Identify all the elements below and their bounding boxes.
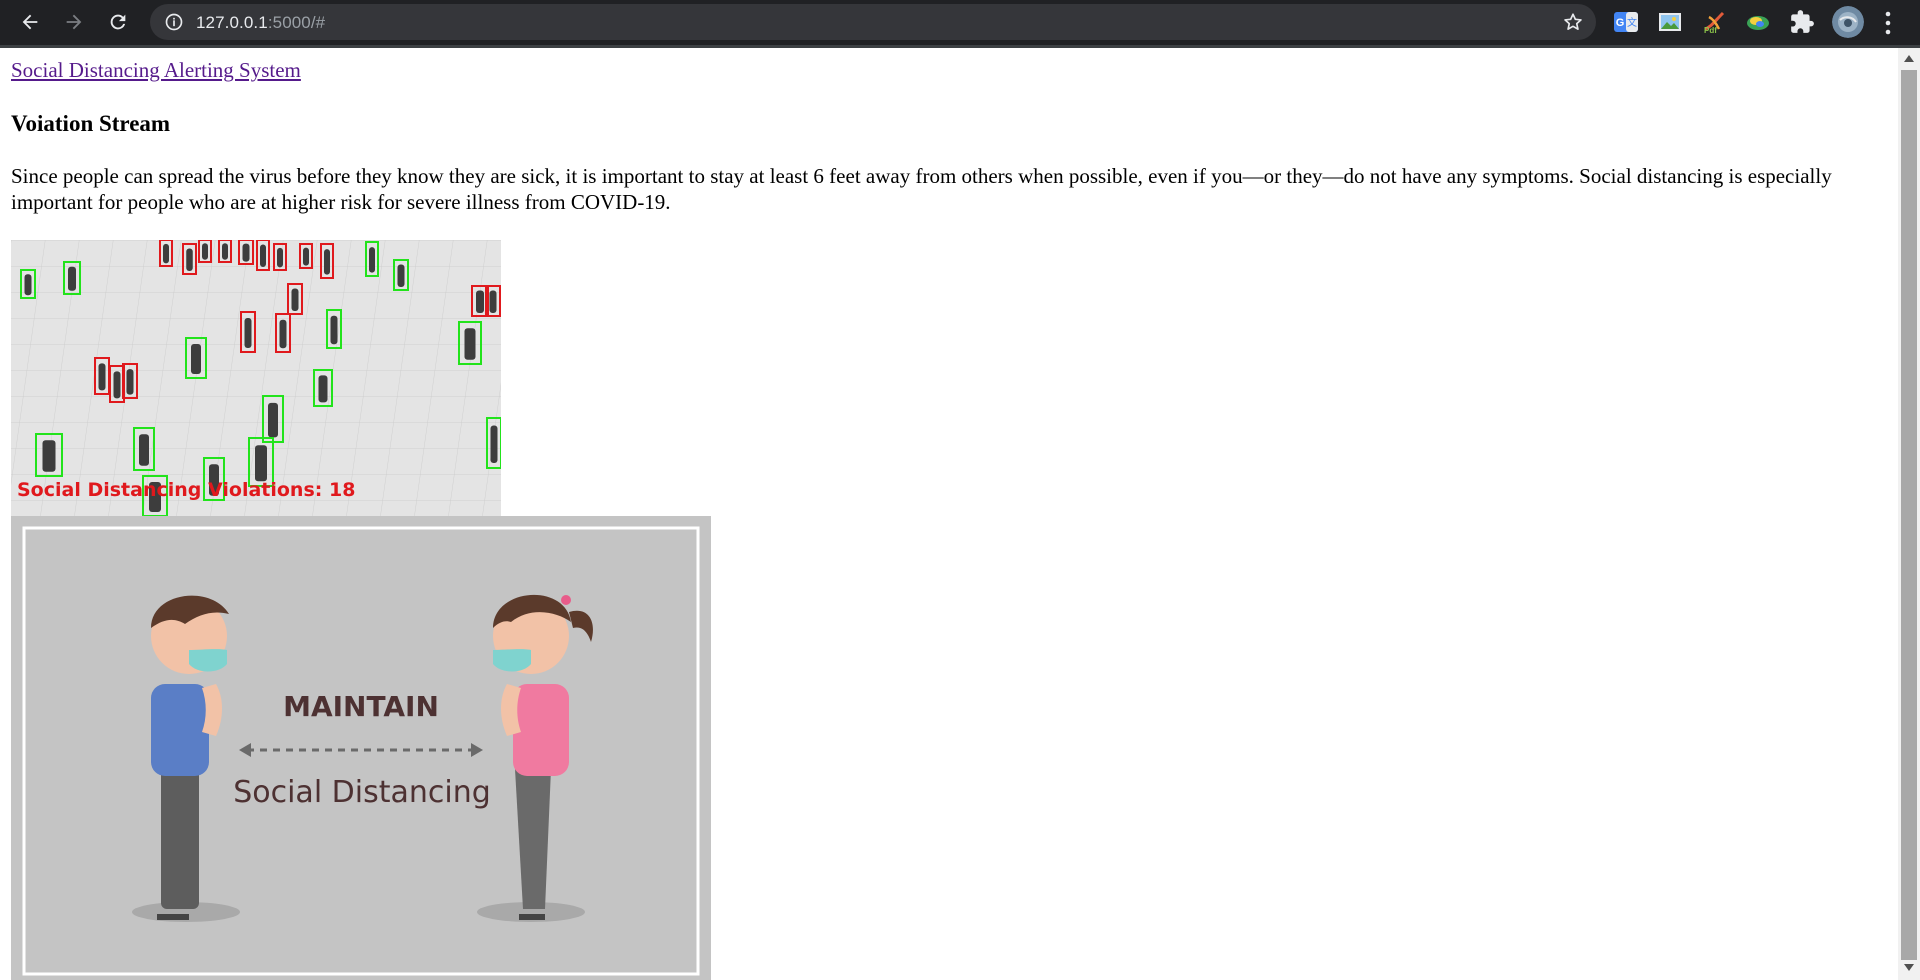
person-silhouette — [202, 243, 208, 260]
person-silhouette — [268, 402, 278, 438]
description-paragraph: Since people can spread the virus before… — [11, 164, 1832, 214]
person-silhouette — [222, 243, 228, 260]
extensions-puzzle-icon[interactable] — [1789, 9, 1815, 35]
pdf-extension-icon[interactable]: Pdf — [1701, 9, 1727, 35]
url-path: :5000/# — [267, 13, 326, 32]
person-silhouette — [330, 315, 338, 345]
address-bar[interactable]: 127.0.0.1:5000/# — [150, 4, 1596, 40]
person-silhouette — [303, 247, 309, 266]
person-silhouette — [464, 328, 476, 360]
arrow-left-icon — [22, 14, 38, 30]
person-silhouette — [255, 445, 267, 482]
info-icon[interactable] — [164, 12, 184, 32]
person-silhouette — [260, 244, 266, 267]
person-silhouette — [24, 274, 32, 296]
vertical-scrollbar[interactable] — [1898, 48, 1920, 980]
poster-title: MAINTAIN — [283, 690, 439, 723]
person-silhouette — [163, 243, 169, 264]
reload-icon — [110, 14, 126, 30]
person-silhouette — [324, 249, 330, 275]
profile-avatar[interactable] — [1832, 6, 1864, 38]
person-silhouette — [489, 290, 497, 313]
url-host: 127.0.0.1 — [196, 13, 268, 32]
reload-button[interactable] — [102, 8, 134, 36]
person-silhouette — [98, 363, 106, 391]
violation-video-stream: Social Distancing Violations: 18 — [11, 240, 501, 517]
person-silhouette — [369, 247, 375, 273]
person-silhouette — [244, 318, 252, 348]
person-silhouette — [397, 264, 405, 287]
svg-text:G: G — [1616, 17, 1625, 29]
person-silhouette — [318, 375, 328, 403]
url-text[interactable]: 127.0.0.1:5000/# — [196, 13, 325, 33]
violation-count-overlay: Social Distancing Violations: 18 — [17, 479, 355, 501]
browser-toolbar: 127.0.0.1:5000/# G文 Pdf — [0, 0, 1920, 48]
bookmark-star-icon[interactable] — [1562, 11, 1584, 33]
scroll-up-arrow-icon[interactable] — [1903, 54, 1915, 64]
google-translate-icon[interactable]: G文 — [1613, 9, 1639, 35]
person-silhouette — [279, 319, 287, 349]
svg-text:Pdf: Pdf — [1704, 26, 1717, 35]
person-silhouette — [68, 266, 76, 291]
poster-subtitle: Social Distancing — [233, 775, 491, 810]
person-silhouette — [139, 434, 149, 466]
earth-extension-icon[interactable] — [1745, 9, 1771, 35]
person-silhouette — [242, 243, 250, 262]
person-silhouette — [291, 288, 299, 311]
scrollbar-thumb[interactable] — [1901, 70, 1917, 960]
forward-button[interactable] — [58, 8, 90, 36]
more-menu-icon[interactable] — [1882, 10, 1894, 36]
person-silhouette — [490, 425, 498, 463]
scroll-down-arrow-icon[interactable] — [1903, 962, 1915, 972]
svg-text:文: 文 — [1627, 16, 1637, 29]
page-title: Voiation Stream — [11, 111, 171, 136]
poster-illustration: MAINTAIN Social Distancing — [11, 516, 711, 980]
brand-link[interactable]: Social Distancing Alerting System — [11, 58, 301, 83]
person-silhouette — [42, 440, 56, 472]
stream-frame: Social Distancing Violations: 18 — [11, 240, 501, 517]
person-silhouette — [126, 369, 134, 395]
back-button[interactable] — [14, 8, 46, 36]
arrow-right-icon — [66, 14, 82, 30]
person-silhouette — [113, 371, 121, 399]
social-distancing-poster: MAINTAIN Social Distancing — [11, 516, 711, 980]
image-extension-icon[interactable] — [1657, 9, 1683, 35]
person-silhouette — [186, 248, 193, 271]
person-silhouette — [476, 290, 484, 313]
person-silhouette — [191, 344, 201, 374]
page-viewport: Social Distancing Alerting System Voiati… — [0, 48, 1898, 980]
person-silhouette — [277, 247, 283, 268]
